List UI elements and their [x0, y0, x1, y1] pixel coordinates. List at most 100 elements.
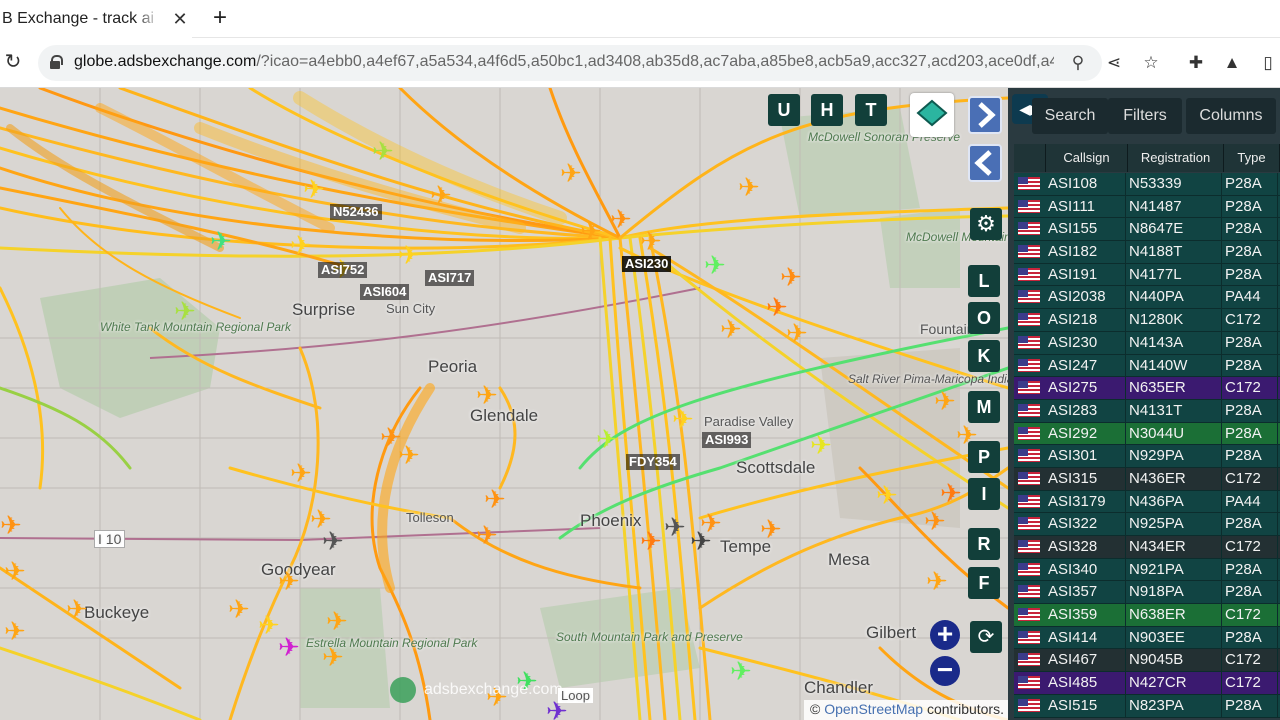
- table-row[interactable]: ASI322 N925PA P28A: [1014, 513, 1280, 536]
- table-row[interactable]: ASI315 N436ER C172: [1014, 467, 1280, 491]
- aircraft-marker[interactable]: ✈: [303, 176, 325, 202]
- aircraft-marker[interactable]: ✈: [596, 426, 618, 452]
- browser-tab[interactable]: B Exchange - track ai ✕: [0, 0, 192, 38]
- aircraft-marker[interactable]: ✈: [610, 206, 632, 232]
- lock-icon[interactable]: [50, 55, 63, 69]
- location-pin-icon[interactable]: ⚲: [1068, 53, 1088, 73]
- aircraft-marker[interactable]: ✈: [580, 218, 602, 244]
- toggle-button-l[interactable]: L: [968, 265, 1000, 297]
- aircraft-marker[interactable]: ✈: [290, 232, 312, 258]
- aircraft-marker[interactable]: ✈: [640, 228, 662, 254]
- table-row[interactable]: ASI230 N4143A P28A: [1014, 331, 1280, 355]
- expand-sidebar-button[interactable]: [968, 96, 1002, 134]
- reload-icon[interactable]: ↻: [2, 51, 24, 73]
- collapse-sidebar-button[interactable]: [968, 144, 1002, 182]
- aircraft-marker[interactable]: ✈: [700, 510, 722, 536]
- table-row[interactable]: ASI275 N635ER C172: [1014, 377, 1280, 400]
- flight-tag[interactable]: N52436: [330, 204, 382, 220]
- flight-tag[interactable]: ASI230: [622, 256, 672, 272]
- table-row[interactable]: ASI108 N53339 P28A: [1014, 173, 1280, 196]
- aircraft-marker[interactable]: ✈: [786, 320, 808, 346]
- aircraft-marker[interactable]: ✈: [398, 242, 420, 268]
- aircraft-marker[interactable]: ✈: [720, 316, 742, 342]
- toggle-button-u[interactable]: U: [768, 94, 800, 126]
- table-row[interactable]: ASI3179 N436PA PA44: [1014, 490, 1280, 514]
- aircraft-marker[interactable]: ✈: [940, 480, 962, 506]
- zoom-out-button[interactable]: −: [930, 656, 960, 686]
- table-row[interactable]: ASI357 N918PA P28A: [1014, 581, 1280, 605]
- aircraft-marker[interactable]: ✈: [704, 252, 726, 278]
- column-header-type[interactable]: Type: [1224, 144, 1280, 172]
- table-row[interactable]: ASI301 N929PA P28A: [1014, 445, 1280, 468]
- toggle-button-k[interactable]: K: [968, 340, 1000, 372]
- side-panel-icon[interactable]: ▯: [1258, 53, 1278, 73]
- aircraft-marker[interactable]: ✈: [278, 568, 300, 594]
- aircraft-marker[interactable]: ✈: [760, 516, 782, 542]
- tab-search[interactable]: Search: [1032, 98, 1108, 134]
- aircraft-marker[interactable]: ✈: [780, 264, 802, 290]
- aircraft-marker[interactable]: ✈: [4, 558, 26, 584]
- table-row[interactable]: ASI283 N4131T P28A: [1014, 399, 1280, 423]
- settings-gear-icon[interactable]: ⚙: [970, 208, 1002, 240]
- aircraft-marker[interactable]: ✈: [934, 388, 956, 414]
- omnibox[interactable]: globe.adsbexchange.com/?icao=a4ebb0,a4ef…: [38, 45, 1102, 81]
- table-row[interactable]: ASI515 N823PA P28A: [1014, 694, 1280, 718]
- map-layers-button[interactable]: [910, 93, 954, 137]
- aircraft-marker[interactable]: ✈: [258, 612, 280, 638]
- flight-tag[interactable]: ASI993: [702, 432, 752, 448]
- aircraft-marker[interactable]: ✈: [430, 182, 452, 208]
- aircraft-marker[interactable]: ✈: [766, 294, 788, 320]
- zoom-in-button[interactable]: +: [930, 620, 960, 650]
- table-row[interactable]: ASI191 N4177L P28A: [1014, 263, 1280, 287]
- aircraft-marker[interactable]: ✈: [322, 644, 344, 670]
- close-tab-icon[interactable]: ✕: [170, 9, 190, 29]
- table-row[interactable]: ASI328 N434ER C172: [1014, 536, 1280, 559]
- aircraft-marker[interactable]: ✈: [810, 432, 832, 458]
- aircraft-marker[interactable]: ✈: [398, 442, 420, 468]
- column-header-callsign[interactable]: Callsign: [1046, 144, 1128, 172]
- tab-filters[interactable]: Filters: [1108, 98, 1182, 134]
- table-row[interactable]: ASI340 N921PA P28A: [1014, 558, 1280, 582]
- aircraft-marker[interactable]: ✈: [326, 608, 348, 634]
- table-row[interactable]: ASI111 N41487 P28A: [1014, 195, 1280, 219]
- aircraft-marker[interactable]: ✈: [0, 512, 22, 538]
- toggle-button-i[interactable]: I: [968, 478, 1000, 510]
- aircraft-marker[interactable]: ✈: [730, 658, 752, 684]
- url-text[interactable]: globe.adsbexchange.com/?icao=a4ebb0,a4ef…: [74, 53, 1054, 71]
- aircraft-marker[interactable]: ✈: [476, 522, 498, 548]
- aircraft-marker[interactable]: ✈: [672, 406, 694, 432]
- aircraft-marker[interactable]: ✈: [66, 596, 88, 622]
- aircraft-marker[interactable]: ✈: [876, 482, 898, 508]
- flight-tag[interactable]: FDY354: [626, 454, 680, 470]
- aircraft-marker[interactable]: ✈: [372, 138, 394, 164]
- toggle-button-r[interactable]: R: [968, 528, 1000, 560]
- aircraft-marker[interactable]: ✈: [924, 508, 946, 534]
- toggle-button-h[interactable]: H: [811, 94, 843, 126]
- toggle-button-m[interactable]: M: [968, 391, 1000, 423]
- toggle-button-o[interactable]: O: [968, 302, 1000, 334]
- aircraft-marker[interactable]: ✈: [484, 486, 506, 512]
- aircraft-marker[interactable]: ✈: [228, 596, 250, 622]
- table-row[interactable]: ASI359 N638ER C172: [1014, 604, 1280, 627]
- table-row[interactable]: ASI2038 N440PA PA44: [1014, 286, 1280, 310]
- aircraft-marker[interactable]: ✈: [560, 160, 582, 186]
- new-tab-icon[interactable]: +: [208, 6, 232, 30]
- openstreetmap-link[interactable]: OpenStreetMap: [824, 701, 923, 717]
- aircraft-marker[interactable]: ✈: [926, 568, 948, 594]
- extensions-puzzle-icon[interactable]: ✚: [1186, 53, 1206, 73]
- map-canvas[interactable]: Surprise Sun City Peoria Glendale Paradi…: [0, 88, 1008, 720]
- aircraft-marker[interactable]: ✈: [476, 382, 498, 408]
- table-row[interactable]: ASI182 N4188T P28A: [1014, 241, 1280, 264]
- aircraft-marker[interactable]: ✈: [738, 174, 760, 200]
- aircraft-marker[interactable]: ✈: [640, 528, 662, 554]
- share-icon[interactable]: ⋖: [1104, 53, 1124, 73]
- flight-tag[interactable]: ASI717: [425, 270, 475, 286]
- tab-columns[interactable]: Columns: [1186, 98, 1276, 134]
- bookmark-star-icon[interactable]: ☆: [1141, 53, 1161, 73]
- table-row[interactable]: ASI485 N427CR C172: [1014, 672, 1280, 695]
- aircraft-marker[interactable]: ✈: [210, 228, 232, 254]
- aircraft-marker[interactable]: ✈: [174, 298, 196, 324]
- aircraft-marker[interactable]: ✈: [278, 634, 300, 660]
- flight-tag[interactable]: ASI752: [318, 262, 368, 278]
- aircraft-marker[interactable]: ✈: [290, 460, 312, 486]
